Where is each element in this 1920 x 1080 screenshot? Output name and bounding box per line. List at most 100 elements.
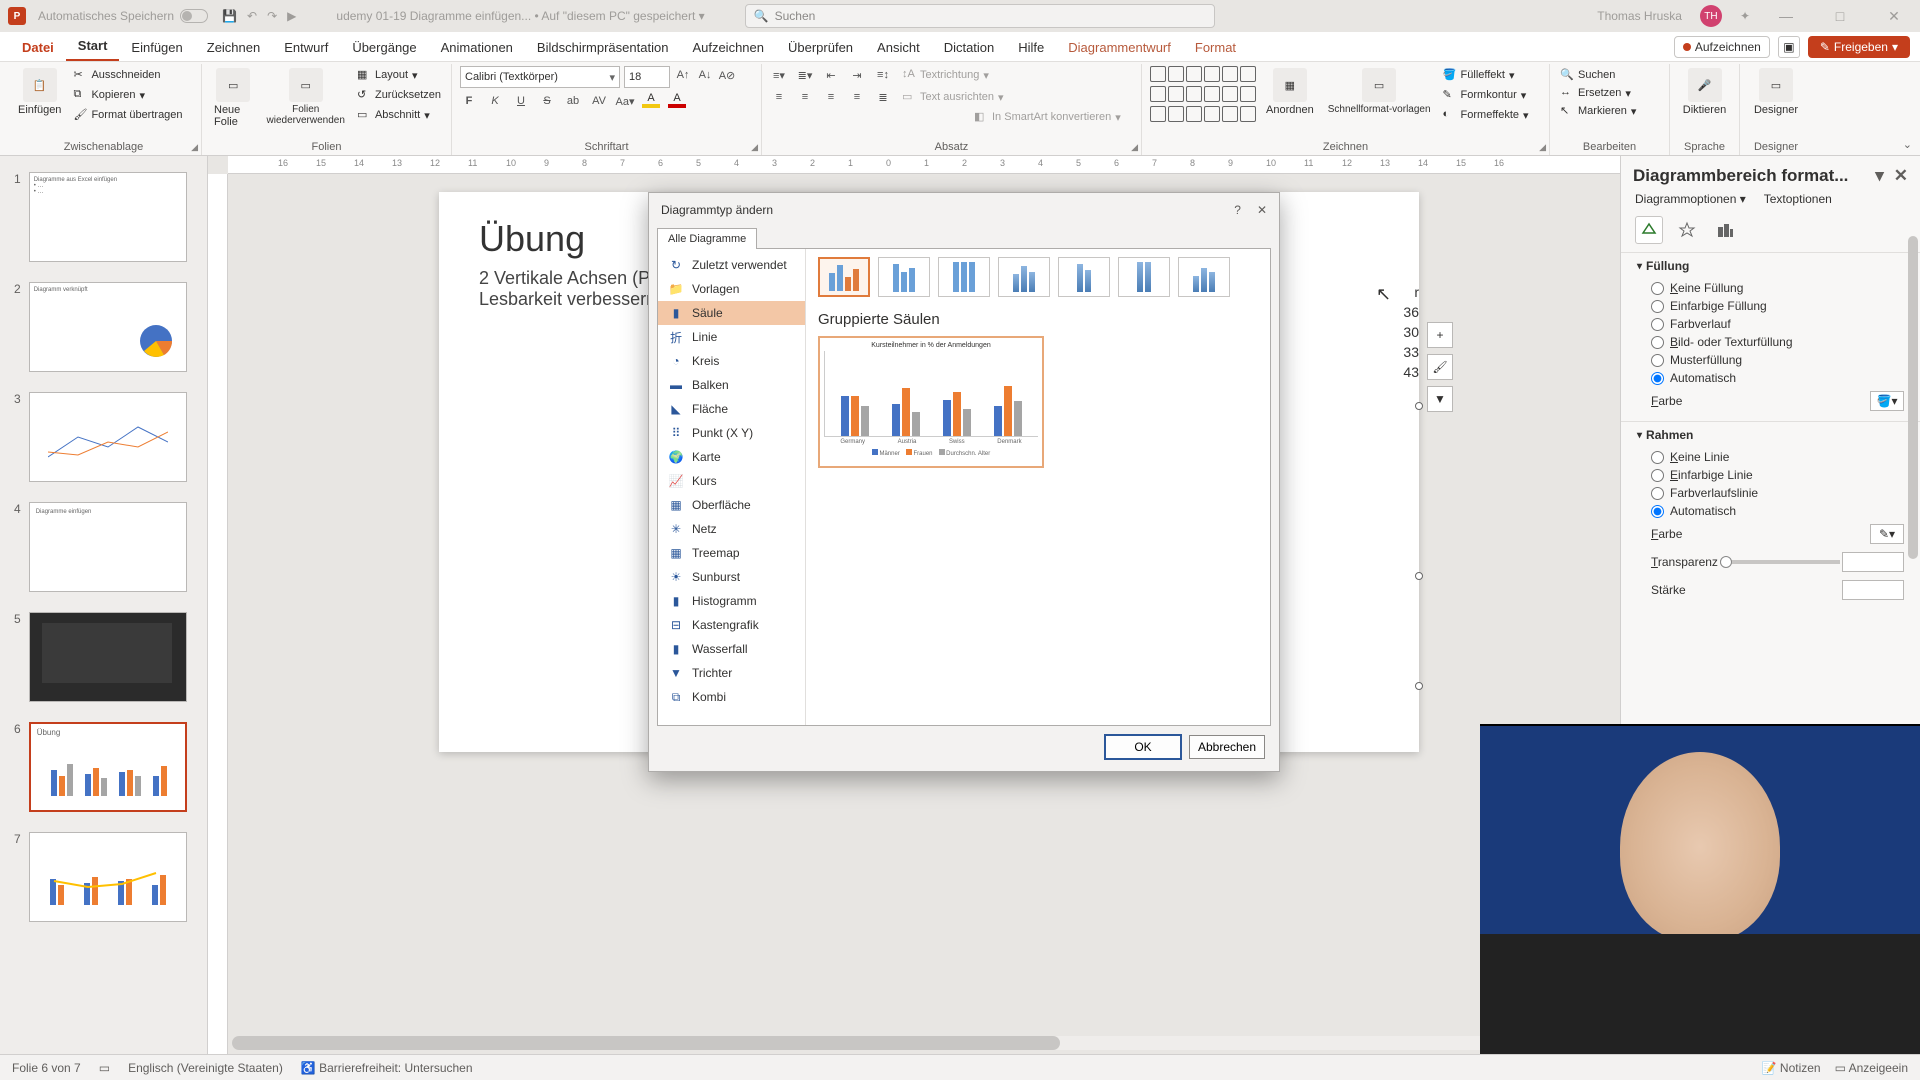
chart-category-vorlagen[interactable]: 📁Vorlagen [658,277,805,301]
font-launcher-icon[interactable]: ◢ [751,142,758,153]
chart-category-kastengrafik[interactable]: ⊟Kastengrafik [658,613,805,637]
tab-dictation[interactable]: Dictation [932,34,1007,61]
selection-handle[interactable] [1415,402,1423,410]
border-section-header[interactable]: Rahmen [1637,428,1904,442]
tab-file[interactable]: Datei [10,34,66,61]
tab-aufzeichnen[interactable]: Aufzeichnen [680,34,776,61]
document-title[interactable]: udemy 01-19 Diagramme einfügen... • Auf … [336,9,704,23]
aufzeichnen-button[interactable]: Aufzeichnen [1674,36,1770,58]
tab-textoptionen[interactable]: Textoptionen [1764,192,1832,206]
clear-format-icon[interactable]: A⊘ [718,66,736,84]
tab-einfuegen[interactable]: Einfügen [119,34,194,61]
close-icon[interactable]: ✕ [1876,8,1912,25]
shadow-icon[interactable]: ab [564,92,582,110]
font-color-button[interactable]: A [668,92,686,110]
selection-handle[interactable] [1415,682,1423,690]
fill-line-tab-icon[interactable] [1635,216,1663,244]
numbering-icon[interactable]: ≣▾ [796,66,814,84]
fill-section-header[interactable]: Füllung [1637,259,1904,273]
slide-thumbnail-pane[interactable]: 1Diagramme aus Excel einfügen• …• … 2Dia… [0,156,208,1054]
transparency-slider[interactable] [1720,560,1840,564]
thumbnail-6[interactable]: 6Übung [0,716,207,826]
tab-diagrammoptionen[interactable]: Diagrammoptionen ▾ [1635,192,1746,206]
radio-auto-fill[interactable]: Automatisch [1637,369,1904,387]
chart-category-zuletzt-verwendet[interactable]: ↻Zuletzt verwendet [658,253,805,277]
chart-category-treemap[interactable]: ▦Treemap [658,541,805,565]
thumbnail-4[interactable]: 4Diagramme einfügen [0,496,207,606]
copy-button[interactable]: ⧉Kopieren ▾ [71,86,184,104]
subtype-100-stacked-column[interactable] [938,257,990,297]
chart-category-punkt-x-y-[interactable]: ⠿Punkt (X Y) [658,421,805,445]
slide-counter[interactable]: Folie 6 von 7 [12,1061,81,1075]
chart-category-trichter[interactable]: ▼Trichter [658,661,805,685]
dialog-close-icon[interactable]: ✕ [1257,203,1267,217]
minimize-icon[interactable]: — [1768,8,1804,24]
new-slide-button[interactable]: ▭Neue Folie [210,66,257,130]
tab-bildschirm[interactable]: Bildschirmpräsentation [525,34,681,61]
chart-category-netz[interactable]: ✳Netz [658,517,805,541]
tab-alle-diagramme[interactable]: Alle Diagramme [657,228,757,249]
indent-inc-icon[interactable]: ⇥ [848,66,866,84]
chart-elements-icon[interactable]: + [1427,322,1453,348]
reuse-slides-button[interactable]: ▭Folien wiederverwenden [263,66,349,130]
coming-soon-icon[interactable]: ✦ [1740,9,1750,23]
replace-button[interactable]: ↔Ersetzen ▾ [1558,84,1661,102]
subtype-clustered-column[interactable] [818,257,870,297]
bold-icon[interactable]: F [460,92,478,110]
pane-dropdown-icon[interactable]: ▾ [1875,166,1884,186]
editor-scrollbar-h[interactable] [232,1036,1612,1050]
display-settings-button[interactable]: ▭ Anzeigeein [1835,1061,1908,1075]
radio-solid-fill[interactable]: Einfarbige Füllung [1637,297,1904,315]
clipboard-launcher-icon[interactable]: ◢ [191,142,198,153]
pane-close-icon[interactable]: ✕ [1894,166,1908,186]
radio-no-line[interactable]: Keine Linie [1637,448,1904,466]
underline-icon[interactable]: U [512,92,530,110]
search-input[interactable]: 🔍 Suchen [745,4,1215,28]
cancel-button[interactable]: Abbrechen [1189,735,1265,759]
subtype-3d-stacked[interactable] [1058,257,1110,297]
designer-button[interactable]: ▭Designer [1748,66,1804,118]
anordnen-button[interactable]: ▦Anordnen [1262,66,1318,124]
effects-tab-icon[interactable] [1673,216,1701,244]
chart-category-kurs[interactable]: 📈Kurs [658,469,805,493]
tab-ansicht[interactable]: Ansicht [865,34,932,61]
chart-category-balken[interactable]: ▬Balken [658,373,805,397]
indent-dec-icon[interactable]: ⇤ [822,66,840,84]
line-color-picker[interactable]: ✎▾ [1870,524,1904,544]
spacing-icon[interactable]: AV [590,92,608,110]
font-size-combo[interactable]: 18 [624,66,670,88]
present-button[interactable]: ▣ [1778,36,1800,58]
strike-icon[interactable]: S [538,92,556,110]
avatar[interactable]: TH [1700,5,1722,27]
align-left-icon[interactable]: ≡ [770,88,788,106]
section-button[interactable]: ▭Abschnitt ▾ [355,106,443,124]
decrease-font-icon[interactable]: A↓ [696,66,714,84]
selection-handle[interactable] [1415,572,1423,580]
save-icon[interactable]: 💾 [222,9,237,23]
chart-category-karte[interactable]: 🌍Karte [658,445,805,469]
reset-button[interactable]: ↺Zurücksetzen [355,86,443,104]
chart-category-oberfl-che[interactable]: ▦Oberfläche [658,493,805,517]
align-center-icon[interactable]: ≡ [796,88,814,106]
collapse-ribbon-icon[interactable]: ⌄ [1903,138,1912,151]
layout-button[interactable]: ▦Layout ▾ [355,66,443,84]
radio-auto-line[interactable]: Automatisch [1637,502,1904,520]
chart-filter-icon[interactable]: ▼ [1427,386,1453,412]
radio-solid-line[interactable]: Einfarbige Linie [1637,466,1904,484]
drawing-launcher-icon[interactable]: ◢ [1539,142,1546,153]
redo-icon[interactable]: ↷ [267,9,277,23]
shape-effects-button[interactable]: ◐Formeffekte ▾ [1441,106,1531,124]
width-value[interactable] [1842,580,1904,600]
autosave-toggle[interactable] [180,9,208,23]
thumbnail-7[interactable]: 7 [0,826,207,936]
justify-icon[interactable]: ≡ [848,88,866,106]
maximize-icon[interactable]: □ [1822,8,1858,24]
tab-animationen[interactable]: Animationen [429,34,525,61]
radio-gradient-fill[interactable]: Farbverlauf [1637,315,1904,333]
italic-icon[interactable]: K [486,92,504,110]
tab-format[interactable]: Format [1183,34,1248,61]
tab-ueberpruefen[interactable]: Überprüfen [776,34,865,61]
chart-category-kreis[interactable]: ◔Kreis [658,349,805,373]
columns-icon[interactable]: ≣ [874,88,892,106]
paste-button[interactable]: 📋 Einfügen [14,66,65,124]
